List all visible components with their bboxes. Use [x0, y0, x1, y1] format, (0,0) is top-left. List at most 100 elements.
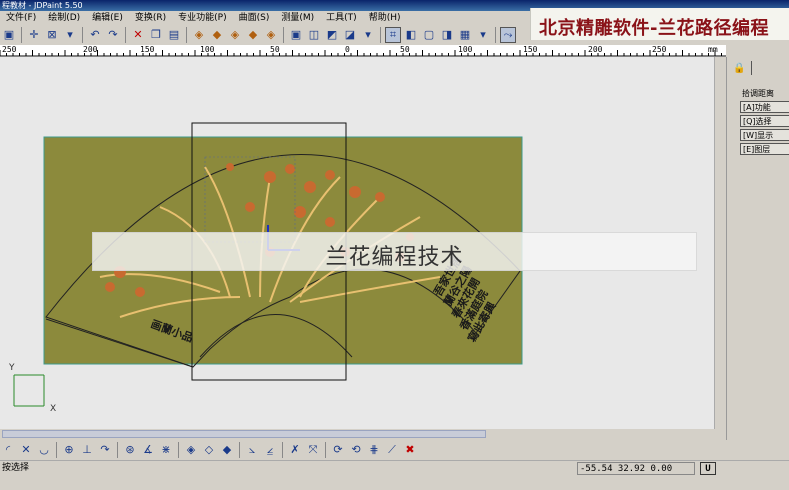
snap-toolbar: ◜ ✕ ◡ ⊕ ⊥ ↷ ⊛ ∡ ⋇ ◈ ◇ ◆ ⦣ ⦤ ✗ ⤧ ⟳ ⟲ ⋕ ⟋ …	[0, 440, 789, 460]
redo-icon[interactable]: ↷	[105, 27, 121, 43]
cube-icon[interactable]: ▣	[288, 27, 304, 43]
intersect-snap-icon[interactable]: ✕	[18, 442, 34, 458]
ruler-label: 150	[523, 45, 538, 54]
toolbar-separator	[186, 27, 187, 43]
panel-button-function[interactable]: [A]功能	[740, 101, 789, 113]
toolbar-separator	[282, 442, 283, 458]
toolbar-separator	[117, 442, 118, 458]
box-multi-icon[interactable]: ◨	[439, 27, 455, 43]
ruler-label: 200	[588, 45, 603, 54]
undo-icon[interactable]: ↶	[87, 27, 103, 43]
node-snap-icon[interactable]: ⋇	[158, 442, 174, 458]
cancel-snap-icon[interactable]: ✖	[402, 442, 418, 458]
main-toolbar: ▣ ✛ ⊠ ▾ ↶ ↷ ✕ ❐ ▤ ◈ ◆ ◈ ◆ ◈ ▣ ◫ ◩ ◪ ▾ ⌗ …	[0, 25, 530, 45]
ruler-label: 250	[652, 45, 667, 54]
subtitle-overlay: 兰花编程技术	[92, 232, 697, 271]
menu-measure[interactable]: 测量(M)	[275, 11, 320, 25]
toolbar-separator	[283, 27, 284, 43]
panel-button-display[interactable]: [W]显示	[740, 129, 789, 141]
grid-lines-icon[interactable]: ⋕	[366, 442, 382, 458]
ruler-label: 50	[270, 45, 280, 54]
arc-snap-icon[interactable]: ◜	[0, 442, 16, 458]
panel-button-select[interactable]: [Q]选择	[740, 115, 789, 127]
mode-indicator[interactable]: U	[700, 462, 716, 475]
cursor-coordinates: -55.54 32.92 0.00	[577, 462, 695, 475]
delete-icon[interactable]: ✕	[130, 27, 146, 43]
ruler-label: 50	[400, 45, 410, 54]
menu-file[interactable]: 文件(F)	[0, 11, 42, 25]
rotate-axis-icon[interactable]: ⟲	[348, 442, 364, 458]
right-panel: 🔒 拾调距离 [A]功能 [Q]选择 [W]显示 [E]图层	[726, 57, 789, 440]
center-snap-icon[interactable]: ⊕	[61, 442, 77, 458]
panel-divider	[751, 61, 752, 75]
paste-icon[interactable]: ▤	[166, 27, 182, 43]
toolbar-separator	[380, 27, 381, 43]
dropdown-arrow-icon[interactable]: ▾	[62, 27, 78, 43]
view-side-icon[interactable]: ◆	[245, 27, 261, 43]
cube-wire-icon[interactable]: ◫	[306, 27, 322, 43]
toolbar-separator	[178, 442, 179, 458]
menu-tools[interactable]: 工具(T)	[320, 11, 363, 25]
ruler-label: 250	[2, 45, 17, 54]
crosshair-icon[interactable]: ✛	[26, 27, 42, 43]
box-stack-icon[interactable]: ▦	[457, 27, 473, 43]
ruler-ticks	[0, 50, 726, 57]
menu-help[interactable]: 帮助(H)	[363, 11, 407, 25]
box-outline-icon[interactable]: ▢	[421, 27, 437, 43]
node-edit-icon[interactable]: ⌗	[385, 27, 401, 43]
menu-transform[interactable]: 变换(R)	[129, 11, 172, 25]
diamond-mid-icon[interactable]: ◇	[201, 442, 217, 458]
view-iso-icon[interactable]: ◈	[191, 27, 207, 43]
ruler-unit: mm	[708, 45, 718, 54]
menu-surface[interactable]: 曲面(S)	[233, 11, 276, 25]
view-top-icon[interactable]: ◆	[209, 27, 225, 43]
tangent-snap-icon[interactable]: ◡	[36, 442, 52, 458]
menu-draw[interactable]: 绘制(D)	[42, 11, 86, 25]
angle-snap-icon[interactable]: ∡	[140, 442, 156, 458]
box-blue-icon[interactable]: ◧	[403, 27, 419, 43]
ruler-label: 100	[458, 45, 473, 54]
grid-snap-icon[interactable]: ⊛	[122, 442, 138, 458]
toolpath-icon[interactable]: ⤳	[500, 27, 516, 43]
ruler-label: 100	[200, 45, 215, 54]
measure-dist-icon[interactable]: ⦤	[262, 442, 278, 458]
horizontal-scrollbar[interactable]	[0, 429, 726, 440]
menu-bar: 文件(F) 绘制(D) 编辑(E) 变换(R) 专业功能(P) 曲面(S) 测量…	[0, 11, 530, 25]
course-banner: 北京精雕软件-兰花路径编程	[530, 8, 789, 40]
select-box-icon[interactable]: ⊠	[44, 27, 60, 43]
panel-button-layer[interactable]: [E]图层	[740, 143, 789, 155]
ruler-label: 200	[83, 45, 98, 54]
scrollbar-thumb[interactable]	[2, 430, 486, 438]
dropdown-arrow-icon[interactable]: ▾	[475, 27, 491, 43]
measure-angle-icon[interactable]: ⦣	[244, 442, 260, 458]
dropdown-arrow-icon[interactable]: ▾	[360, 27, 376, 43]
view-front-icon[interactable]: ◈	[227, 27, 243, 43]
vertical-scrollbar[interactable]	[714, 57, 726, 429]
menu-edit[interactable]: 编辑(E)	[86, 11, 129, 25]
field-label: 拾调距离	[742, 89, 774, 98]
curve-snap-icon[interactable]: ↷	[97, 442, 113, 458]
toolbar-separator	[21, 27, 22, 43]
toolbar-separator	[82, 27, 83, 43]
cube-shaded-icon[interactable]: ◩	[324, 27, 340, 43]
ruler-label: 150	[140, 45, 155, 54]
toolbar-separator	[125, 27, 126, 43]
window-title: 程教材 - JDPaint 5.50	[2, 1, 83, 10]
perpendicular-snap-icon[interactable]: ⊥	[79, 442, 95, 458]
view-back-icon[interactable]: ◈	[263, 27, 279, 43]
point-move-icon[interactable]: ⤧	[305, 442, 321, 458]
status-bar: 按选择 -55.54 32.92 0.00 U	[0, 460, 789, 477]
diamond-end-icon[interactable]: ◆	[219, 442, 235, 458]
panel-lock-icon[interactable]: 🔒	[733, 63, 745, 74]
cube-axis-icon[interactable]: ◪	[342, 27, 358, 43]
toolbar-separator	[495, 27, 496, 43]
copy-icon[interactable]: ❐	[148, 27, 164, 43]
diamond-snap-icon[interactable]: ◈	[183, 442, 199, 458]
toolbar-separator	[239, 442, 240, 458]
rotate-view-icon[interactable]: ⟳	[330, 442, 346, 458]
save-icon[interactable]: ▣	[1, 27, 17, 43]
point-red-icon[interactable]: ✗	[287, 442, 303, 458]
measure-line-icon[interactable]: ⟋	[384, 442, 400, 458]
world-axes: X Y	[8, 363, 56, 414]
menu-professional[interactable]: 专业功能(P)	[172, 11, 232, 25]
